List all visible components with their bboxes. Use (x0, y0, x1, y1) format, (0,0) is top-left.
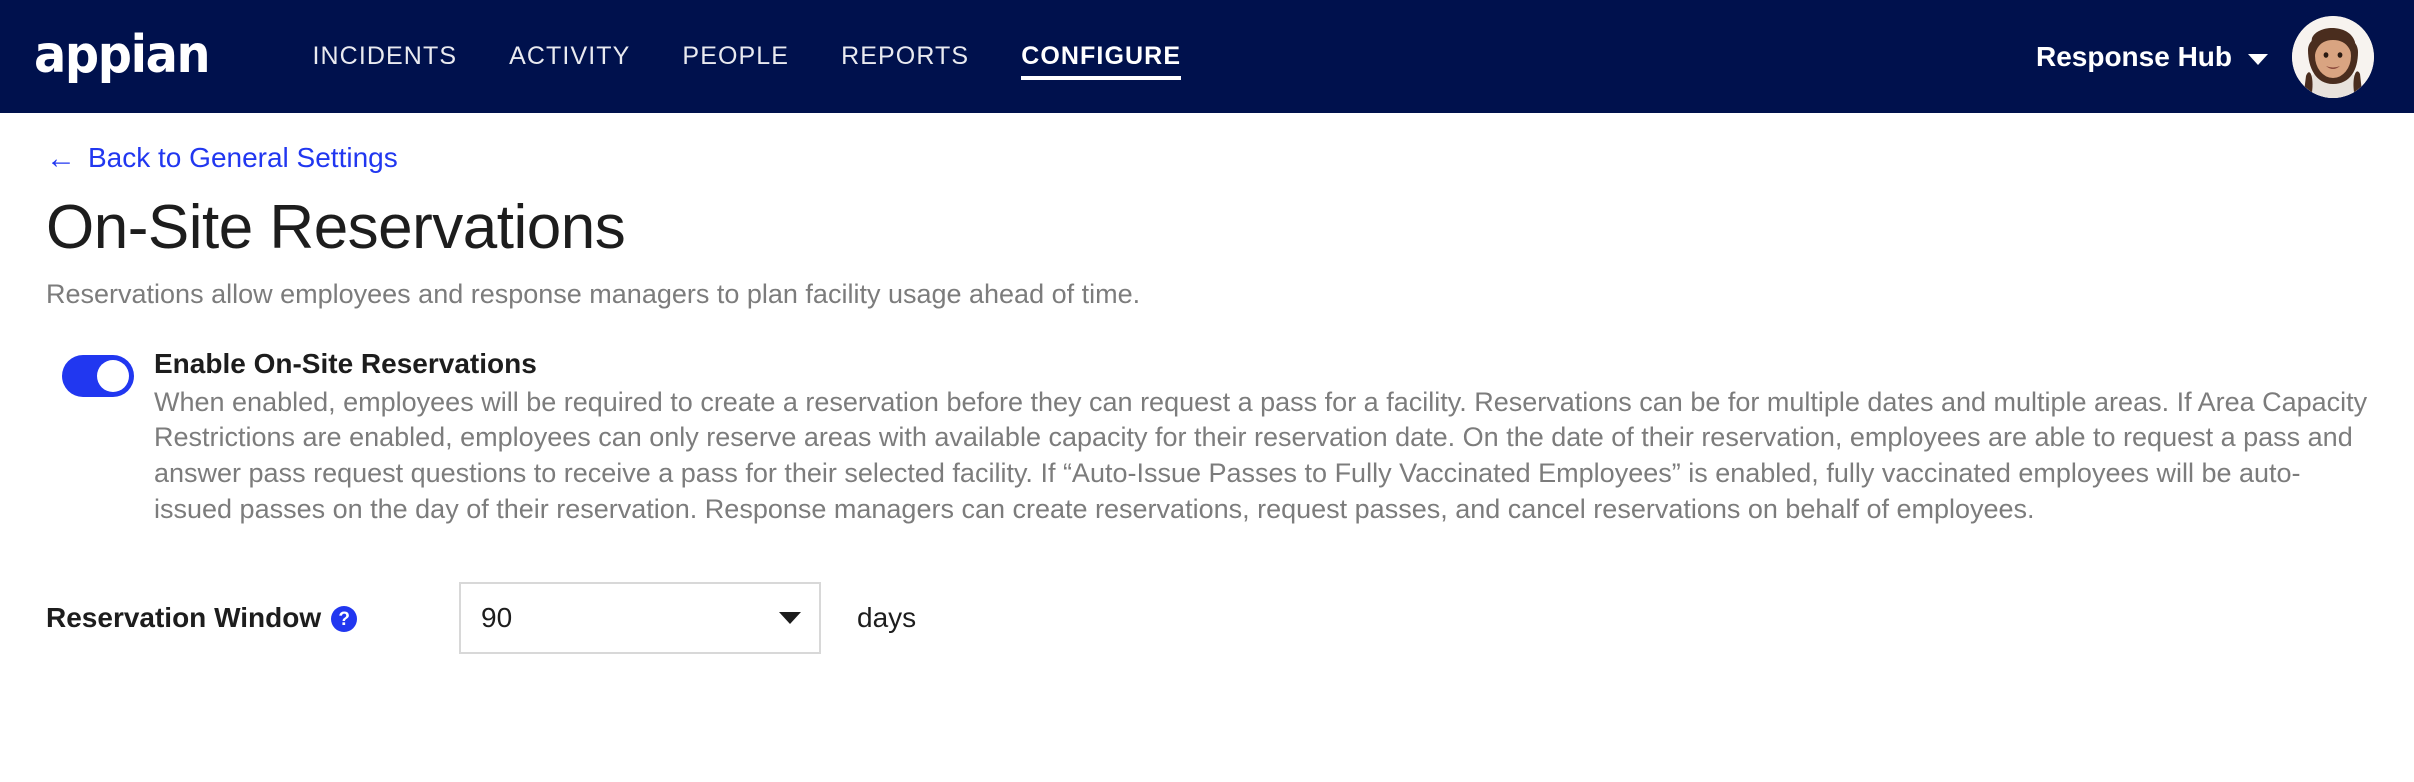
toggle-knob (97, 360, 129, 393)
avatar[interactable] (2292, 15, 2374, 98)
enable-on-site-reservations-toggle[interactable] (62, 355, 134, 398)
chevron-down-icon (2248, 54, 2268, 65)
account-menu[interactable]: Response Hub (2036, 41, 2268, 73)
main-navigation: INCIDENTS ACTIVITY PEOPLE REPORTS CONFIG… (286, 0, 1207, 113)
nav-item-people[interactable]: PEOPLE (656, 0, 815, 113)
setting-text-block: Enable On-Site Reservations When enabled… (154, 348, 2368, 528)
site-header: appian INCIDENTS ACTIVITY PEOPLE REPORTS… (0, 0, 2414, 113)
nav-item-configure[interactable]: CONFIGURE (995, 0, 1207, 113)
reservation-window-unit-label: days (857, 602, 917, 634)
back-to-general-settings-link[interactable]: ← Back to General Settings (46, 142, 398, 175)
back-link-label: Back to General Settings (88, 142, 398, 173)
arrow-left-icon: ← (46, 142, 76, 175)
reservation-window-select[interactable]: 90 (459, 582, 821, 655)
account-menu-label: Response Hub (2035, 40, 2232, 72)
nav-item-activity[interactable]: ACTIVITY (483, 0, 656, 113)
appian-logo[interactable]: appian (34, 29, 211, 81)
help-question-icon[interactable]: ? (331, 606, 358, 633)
nav-item-incidents[interactable]: INCIDENTS (286, 0, 483, 113)
caret-down-icon (779, 612, 801, 625)
page-subtitle: Reservations allow employees and respons… (46, 278, 1141, 309)
page-title: On-Site Reservations (46, 193, 626, 262)
user-avatar-photo (2292, 15, 2374, 98)
header-right-cluster: Response Hub (2036, 15, 2374, 98)
nav-item-reports[interactable]: REPORTS (815, 0, 995, 113)
page-content: ← Back to General Settings On-Site Reser… (0, 113, 2414, 655)
reservation-window-selected-value: 90 (481, 602, 513, 634)
setting-description: When enabled, employees will be required… (154, 386, 2368, 525)
reservation-window-label-group: Reservation Window ? (46, 602, 459, 634)
enable-on-site-reservations-setting: Enable On-Site Reservations When enabled… (46, 348, 2368, 528)
setting-label: Enable On-Site Reservations (154, 348, 537, 380)
reservation-window-field-row: Reservation Window ? 90 days (46, 582, 2368, 655)
reservation-window-label: Reservation Window (46, 602, 322, 634)
